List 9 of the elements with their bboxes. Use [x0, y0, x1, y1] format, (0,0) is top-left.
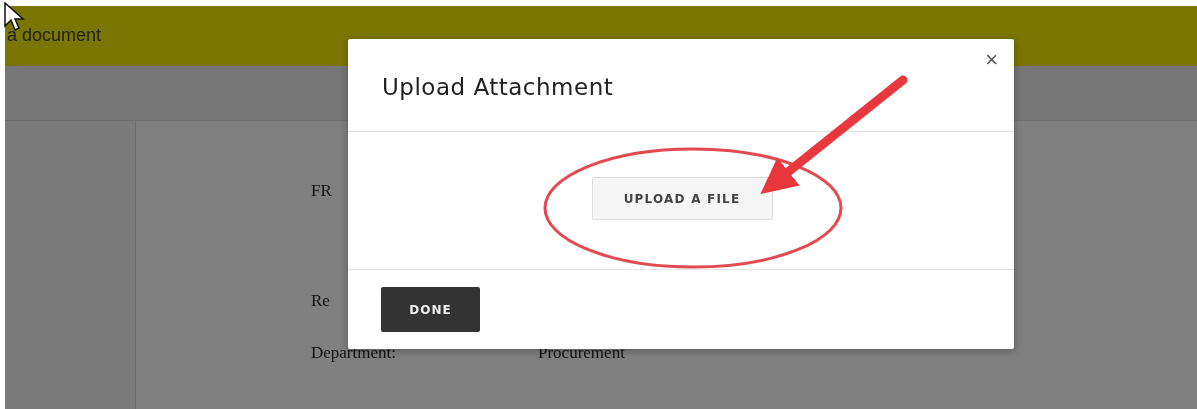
close-button[interactable]: × [983, 49, 1000, 71]
field-label: FR [311, 181, 332, 202]
upload-file-button[interactable]: UPLOAD A FILE [591, 177, 773, 220]
dialog-title: Upload Attachment [382, 74, 614, 100]
field-label: Re [311, 291, 330, 312]
done-button[interactable]: DONE [381, 287, 480, 332]
header-title: a document [7, 24, 102, 46]
field-label: Department: [311, 343, 396, 364]
field-value: Procurement [538, 343, 625, 364]
